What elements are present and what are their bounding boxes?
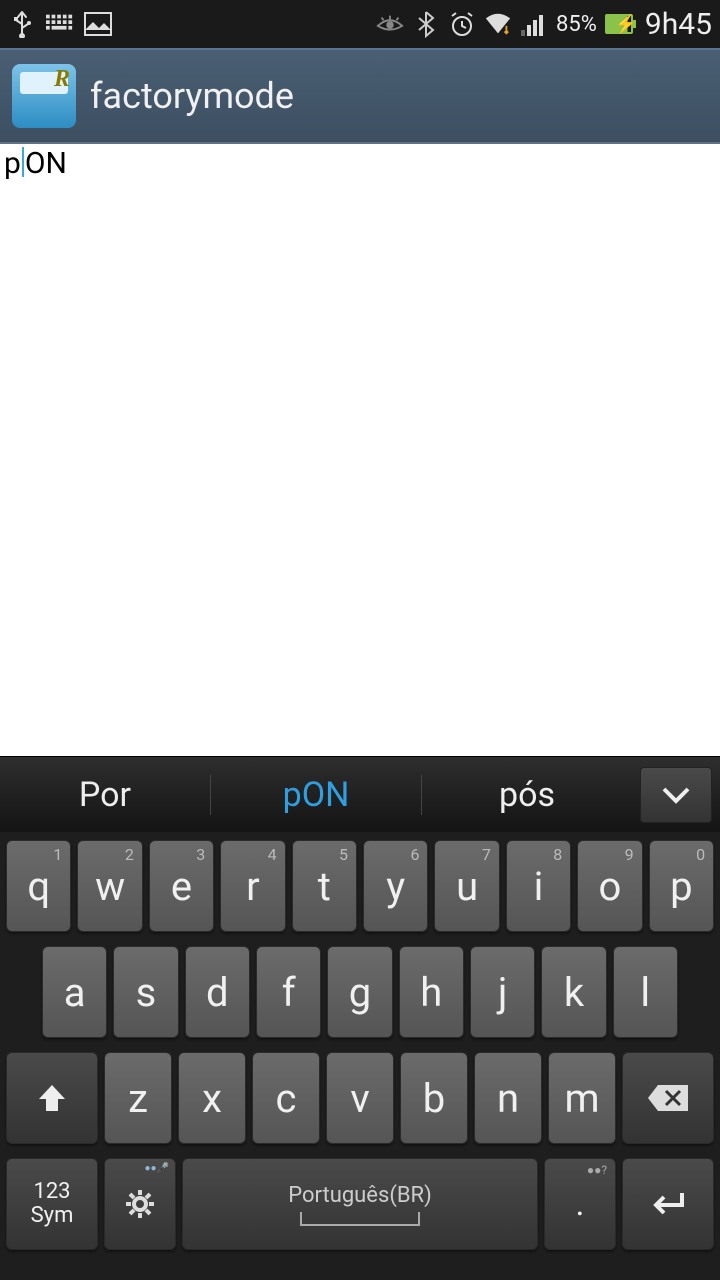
keyboard: q1 w2 e3 r4 t5 y6 u7 i8 o9 p0 a s d f g … — [0, 832, 720, 1280]
status-right: 85% ⚡ 9h45 — [376, 7, 712, 42]
key-w[interactable]: w2 — [77, 840, 142, 932]
battery-icon: ⚡ — [605, 10, 633, 38]
battery-percent: 85% — [556, 12, 597, 37]
key-p[interactable]: p0 — [649, 840, 714, 932]
alarm-icon — [448, 10, 476, 38]
key-shift[interactable] — [6, 1052, 98, 1144]
key-l[interactable]: l — [613, 946, 678, 1038]
key-n[interactable]: n — [474, 1052, 542, 1144]
key-s[interactable]: s — [113, 946, 178, 1038]
key-c[interactable]: c — [252, 1052, 320, 1144]
key-r[interactable]: r4 — [220, 840, 285, 932]
period-hint-icon: ●●? — [587, 1163, 607, 1177]
keyboard-row-2: a s d f g h j k l — [6, 946, 714, 1038]
key-z[interactable]: z — [104, 1052, 172, 1144]
wifi-icon — [484, 10, 512, 38]
status-bar: 85% ⚡ 9h45 — [0, 0, 720, 48]
key-enter[interactable] — [622, 1158, 714, 1250]
key-period[interactable]: ●●? . — [544, 1158, 616, 1250]
keyboard-row-1: q1 w2 e3 r4 t5 y6 u7 i8 o9 p0 — [6, 840, 714, 932]
key-k[interactable]: k — [541, 946, 606, 1038]
sym-bottom-label: Sym — [31, 1204, 74, 1228]
key-symbols[interactable]: 123 Sym — [6, 1158, 98, 1250]
key-q[interactable]: q1 — [6, 840, 71, 932]
text-cursor — [22, 147, 24, 177]
keyboard-icon — [46, 10, 74, 38]
status-left — [8, 10, 112, 38]
key-b[interactable]: b — [400, 1052, 468, 1144]
key-o[interactable]: o9 — [577, 840, 642, 932]
key-settings[interactable]: ●●🎤 — [104, 1158, 176, 1250]
text-before-cursor: p — [4, 146, 21, 181]
key-i[interactable]: i8 — [506, 840, 571, 932]
key-y[interactable]: y6 — [363, 840, 428, 932]
clock-text: 9h45 — [645, 7, 712, 42]
mic-hint-icon: ●●🎤 — [144, 1163, 169, 1174]
key-g[interactable]: g — [327, 946, 392, 1038]
key-a[interactable]: a — [42, 946, 107, 1038]
suggestion-0[interactable]: Por — [0, 775, 210, 815]
key-x[interactable]: x — [178, 1052, 246, 1144]
signal-icon — [520, 10, 548, 38]
usb-icon — [8, 10, 36, 38]
key-t[interactable]: t5 — [292, 840, 357, 932]
suggestion-2[interactable]: pós — [422, 775, 632, 815]
bluetooth-icon — [412, 10, 440, 38]
sym-top-label: 123 — [33, 1180, 70, 1204]
suggestion-1[interactable]: pON — [211, 775, 421, 815]
key-u[interactable]: u7 — [434, 840, 499, 932]
key-v[interactable]: v — [326, 1052, 394, 1144]
eye-icon — [376, 10, 404, 38]
key-j[interactable]: j — [470, 946, 535, 1038]
app-title: factorymode — [90, 75, 294, 117]
key-e[interactable]: e3 — [149, 840, 214, 932]
keyboard-row-3: z x c v b n m — [6, 1052, 714, 1144]
key-backspace[interactable] — [622, 1052, 714, 1144]
keyboard-row-4: 123 Sym ●●🎤 Português(BR) ●●? . — [6, 1158, 714, 1250]
key-space[interactable]: Português(BR) — [182, 1158, 538, 1250]
text-after-cursor: ON — [25, 146, 67, 181]
image-icon — [84, 10, 112, 38]
suggestion-bar: Por pON pós — [0, 756, 720, 832]
key-h[interactable]: h — [399, 946, 464, 1038]
key-m[interactable]: m — [548, 1052, 616, 1144]
key-f[interactable]: f — [256, 946, 321, 1038]
spacebar-icon — [300, 1212, 420, 1226]
collapse-suggestions-button[interactable] — [640, 767, 712, 823]
app-bar: R factorymode — [0, 48, 720, 144]
app-icon[interactable]: R — [12, 64, 76, 128]
text-editor[interactable]: pON — [0, 144, 720, 756]
key-d[interactable]: d — [185, 946, 250, 1038]
space-language-label: Português(BR) — [288, 1183, 432, 1208]
